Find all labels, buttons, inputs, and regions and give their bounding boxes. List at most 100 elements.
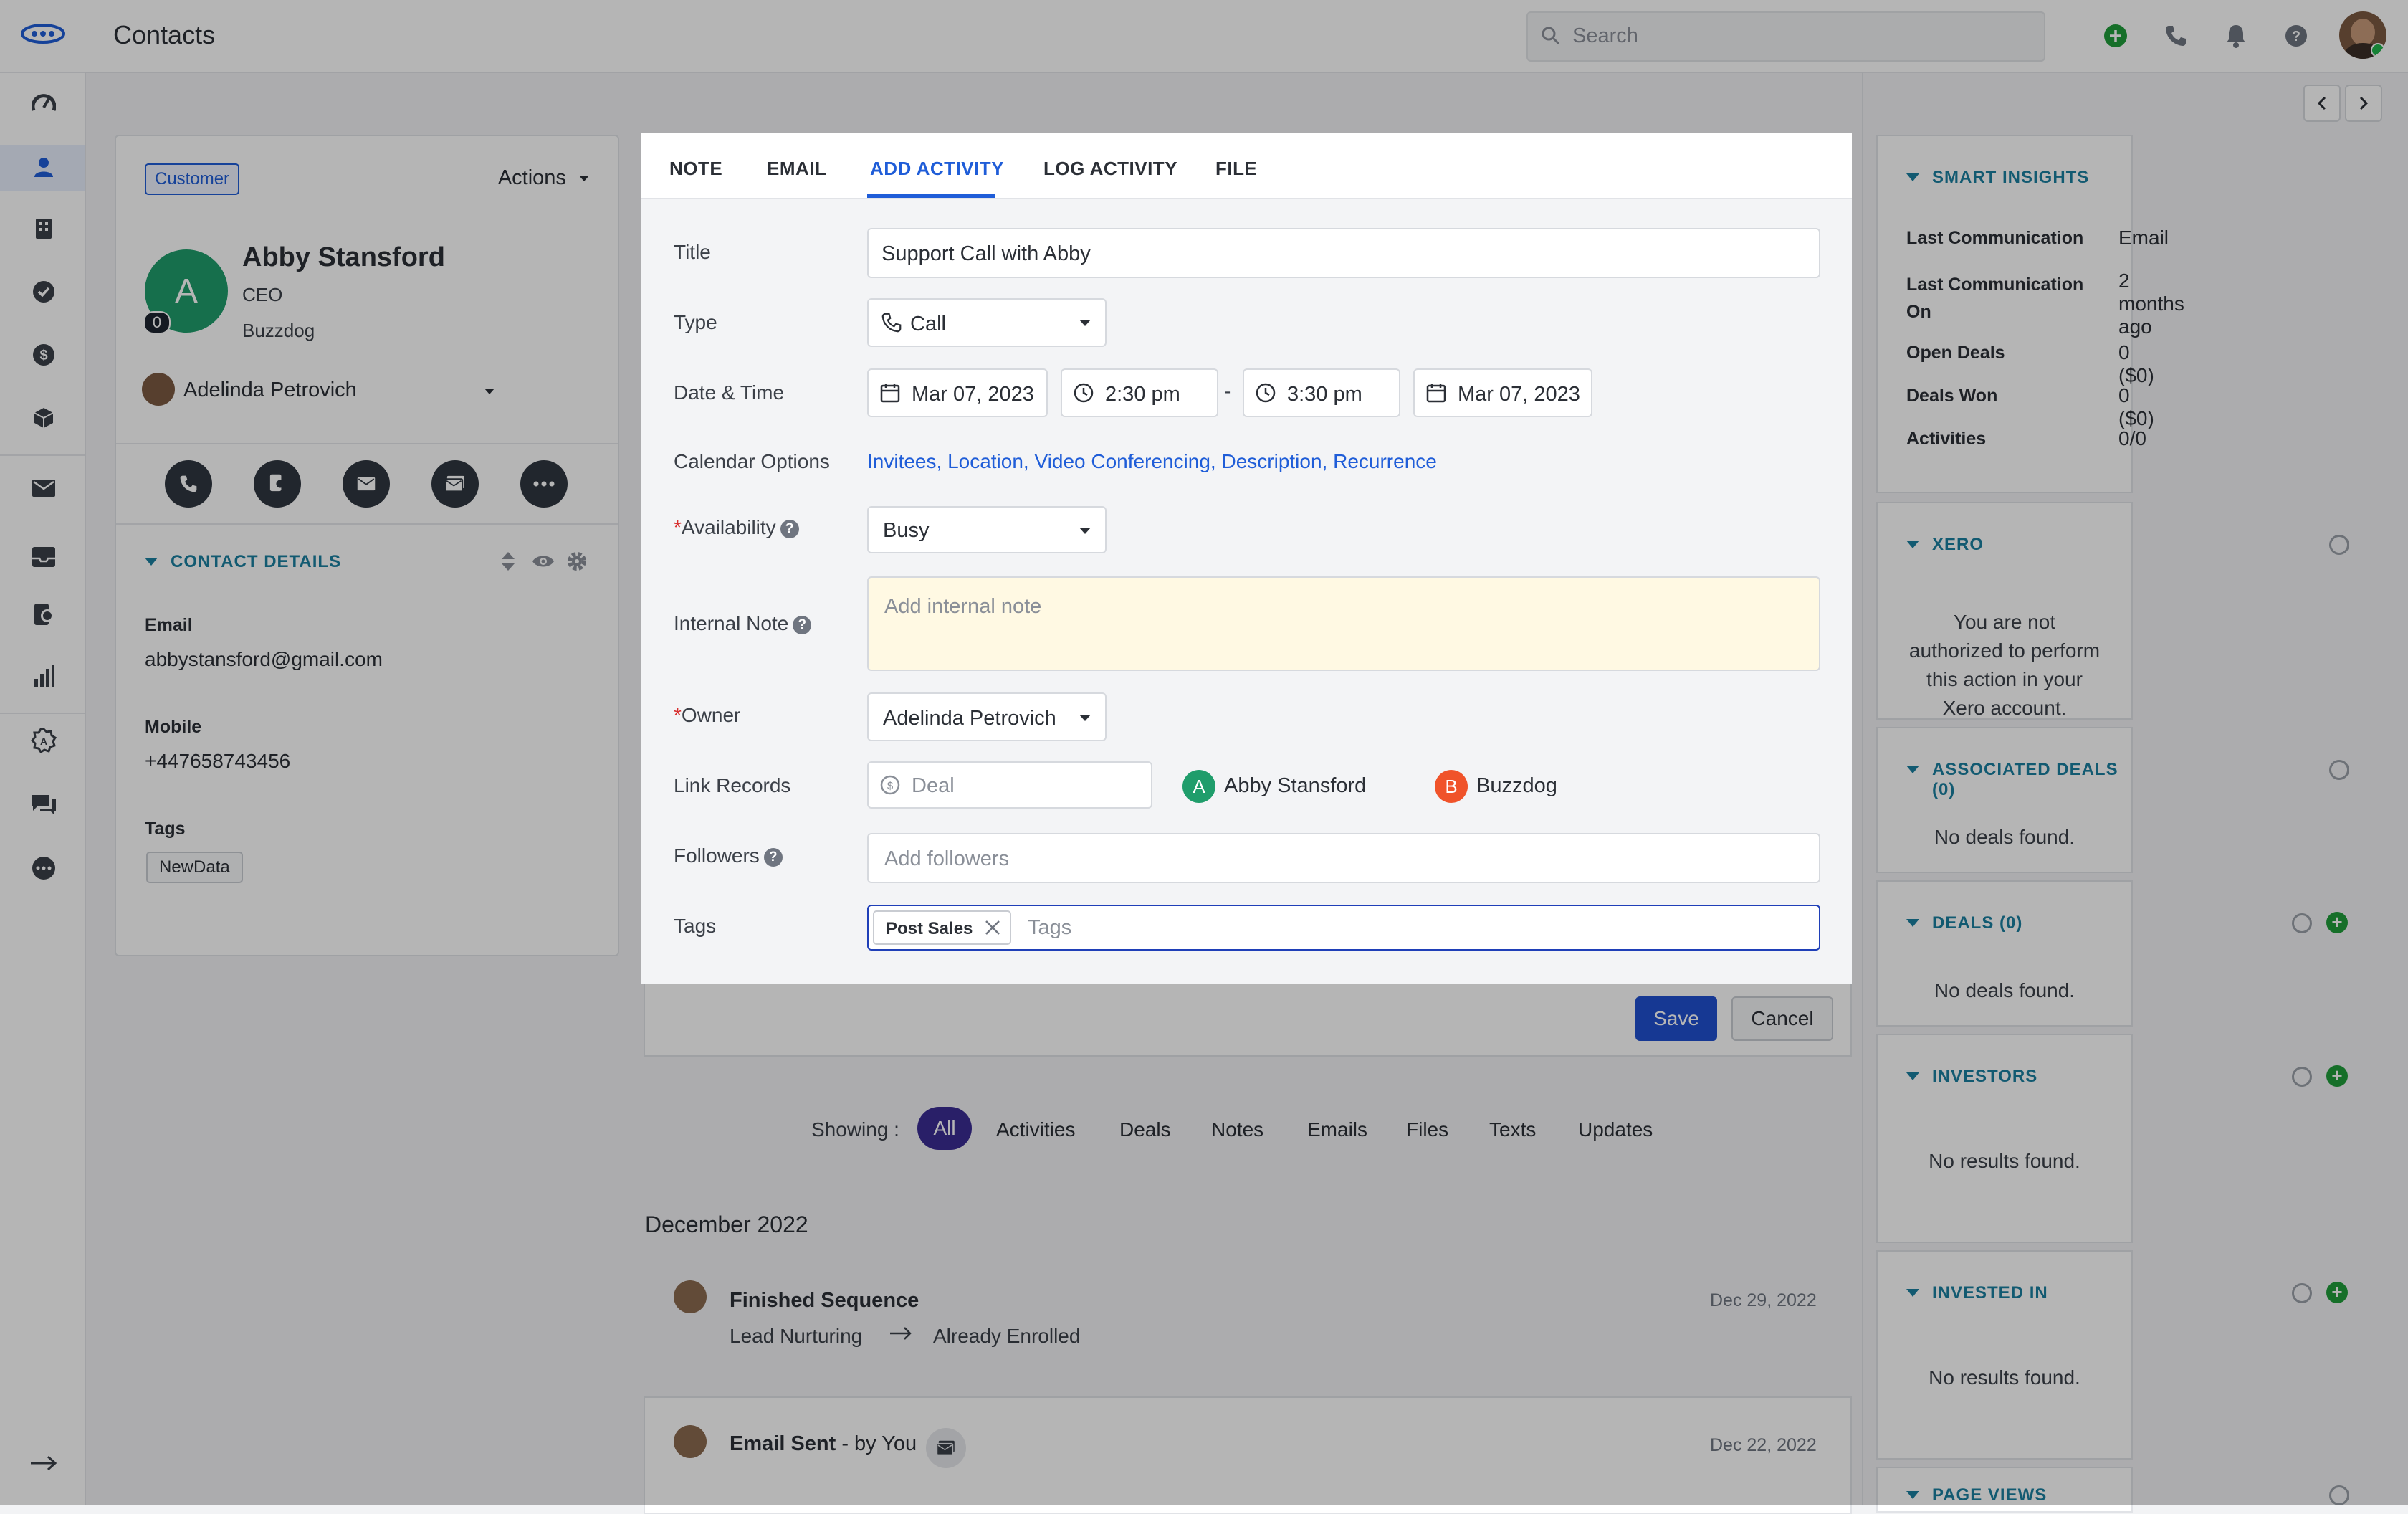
bell-icon[interactable] bbox=[2219, 19, 2253, 53]
smart-insights-title[interactable]: SMART INSIGHTS bbox=[1932, 168, 2089, 188]
deal-link-input[interactable]: $ Deal bbox=[867, 761, 1152, 809]
linked-company-name[interactable]: Buzzdog bbox=[1476, 774, 1557, 798]
filter-deals[interactable]: Deals bbox=[1119, 1118, 1171, 1141]
chat-icon[interactable] bbox=[27, 789, 60, 822]
automation-icon[interactable]: A bbox=[27, 724, 60, 757]
logo-icon[interactable] bbox=[19, 17, 67, 50]
owner-select[interactable]: Adelinda Petrovich bbox=[867, 692, 1107, 741]
collapse-triangle-icon[interactable] bbox=[1906, 766, 1919, 773]
tags-input[interactable]: Post Sales Tags bbox=[867, 905, 1820, 951]
dashboard-icon[interactable] bbox=[27, 86, 60, 119]
more-actions-button[interactable] bbox=[520, 460, 568, 508]
sync-icon[interactable] bbox=[2292, 913, 2312, 933]
deals-title[interactable]: DEALS (0) bbox=[1932, 913, 2022, 933]
availability-select[interactable]: Busy bbox=[867, 506, 1107, 553]
type-select[interactable]: Call bbox=[867, 298, 1107, 347]
sync-icon[interactable] bbox=[2292, 1067, 2312, 1087]
followers-input[interactable]: Add followers bbox=[867, 833, 1820, 883]
mobile-value[interactable]: +447658743456 bbox=[145, 750, 290, 773]
email-button[interactable] bbox=[343, 460, 390, 508]
eye-icon[interactable] bbox=[532, 553, 555, 573]
description-link[interactable]: Description, bbox=[1221, 450, 1327, 472]
invitees-link[interactable]: Invitees, bbox=[867, 450, 942, 472]
collapse-icon[interactable] bbox=[27, 1447, 60, 1480]
add-investor-icon[interactable]: + bbox=[2326, 1065, 2348, 1087]
gear-icon[interactable] bbox=[566, 551, 588, 576]
prev-record-button[interactable] bbox=[2303, 85, 2341, 122]
tab-log-activity[interactable]: LOG ACTIVITY bbox=[1043, 158, 1177, 180]
tab-add-activity[interactable]: ADD ACTIVITY bbox=[870, 158, 1004, 180]
start-time-input[interactable]: 2:30 pm bbox=[1061, 368, 1218, 417]
filter-notes[interactable]: Notes bbox=[1211, 1118, 1263, 1141]
sequences-icon[interactable] bbox=[27, 599, 60, 632]
phone-icon[interactable] bbox=[2159, 19, 2193, 53]
xero-title[interactable]: XERO bbox=[1932, 535, 1984, 555]
location-link[interactable]: Location, bbox=[947, 450, 1029, 472]
collapse-triangle-icon[interactable] bbox=[1906, 1491, 1919, 1499]
help-icon[interactable]: ? bbox=[793, 616, 812, 634]
sync-icon[interactable] bbox=[2292, 1283, 2312, 1303]
page-views-title[interactable]: PAGE VIEWS bbox=[1932, 1485, 2047, 1505]
help-icon[interactable]: ? bbox=[2279, 19, 2313, 53]
sequence-button[interactable] bbox=[254, 460, 301, 508]
search-input[interactable]: Search bbox=[1526, 11, 2045, 62]
tab-email[interactable]: EMAIL bbox=[767, 158, 826, 180]
filter-updates[interactable]: Updates bbox=[1578, 1118, 1653, 1141]
contact-company[interactable]: Buzzdog bbox=[242, 320, 315, 342]
video-conferencing-link[interactable]: Video Conferencing, bbox=[1034, 450, 1215, 472]
collapse-triangle-icon[interactable] bbox=[1906, 1289, 1919, 1297]
contact-details-title[interactable]: CONTACT DETAILS bbox=[171, 552, 341, 572]
next-record-button[interactable] bbox=[2345, 85, 2382, 122]
title-input[interactable]: Support Call with Abby bbox=[867, 228, 1820, 278]
start-date-input[interactable]: Mar 07, 2023 bbox=[867, 368, 1048, 417]
collapse-triangle-icon[interactable] bbox=[1906, 919, 1919, 927]
filter-activities[interactable]: Activities bbox=[996, 1118, 1075, 1141]
investors-title[interactable]: INVESTORS bbox=[1932, 1067, 2037, 1087]
associated-deals-title[interactable]: ASSOCIATED DEALS (0) bbox=[1932, 760, 2131, 800]
linked-contact-name[interactable]: Abby Stansford bbox=[1224, 774, 1366, 798]
collapse-triangle-icon[interactable] bbox=[1906, 1072, 1919, 1080]
cancel-button[interactable]: Cancel bbox=[1731, 996, 1833, 1041]
save-button[interactable]: Save bbox=[1635, 996, 1717, 1041]
actions-button[interactable]: Actions bbox=[498, 166, 589, 190]
end-time-input[interactable]: 3:30 pm bbox=[1243, 368, 1400, 417]
internal-note-input[interactable]: Add internal note bbox=[867, 576, 1820, 671]
user-avatar[interactable] bbox=[2339, 11, 2386, 59]
email-icon[interactable] bbox=[27, 472, 60, 505]
add-icon[interactable] bbox=[2098, 19, 2133, 53]
inbox-icon[interactable] bbox=[27, 541, 60, 573]
tag-chip: Post Sales bbox=[873, 910, 1012, 945]
bulk-email-button[interactable] bbox=[431, 460, 479, 508]
help-icon[interactable]: ? bbox=[780, 520, 799, 538]
call-button[interactable] bbox=[165, 460, 212, 508]
filter-emails[interactable]: Emails bbox=[1307, 1118, 1367, 1141]
close-icon[interactable] bbox=[984, 919, 1001, 940]
end-date-input[interactable]: Mar 07, 2023 bbox=[1413, 368, 1592, 417]
deals-icon[interactable]: $ bbox=[27, 338, 60, 371]
collapse-triangle-icon[interactable] bbox=[1906, 541, 1919, 548]
recurrence-link[interactable]: Recurrence bbox=[1333, 450, 1437, 472]
filter-texts[interactable]: Texts bbox=[1489, 1118, 1536, 1141]
sync-icon[interactable] bbox=[2329, 1485, 2349, 1505]
sync-icon[interactable] bbox=[2329, 535, 2349, 555]
products-icon[interactable] bbox=[27, 401, 60, 434]
help-icon[interactable]: ? bbox=[763, 848, 783, 867]
add-invested-in-icon[interactable]: + bbox=[2326, 1282, 2348, 1303]
tag-chip[interactable]: NewData bbox=[146, 852, 243, 883]
email-value[interactable]: abbystansford@gmail.com bbox=[145, 648, 383, 671]
tab-file[interactable]: FILE bbox=[1215, 158, 1257, 180]
invested-in-title[interactable]: INVESTED IN bbox=[1932, 1283, 2048, 1303]
add-deal-icon[interactable]: + bbox=[2326, 912, 2348, 933]
reports-icon[interactable] bbox=[27, 660, 60, 692]
collapse-triangle-icon[interactable] bbox=[145, 558, 158, 566]
sync-icon[interactable] bbox=[2329, 760, 2349, 780]
tasks-icon[interactable] bbox=[27, 275, 60, 308]
companies-icon[interactable] bbox=[27, 212, 60, 245]
contacts-icon[interactable] bbox=[27, 151, 60, 184]
tab-note[interactable]: NOTE bbox=[669, 158, 722, 180]
filter-files[interactable]: Files bbox=[1406, 1118, 1448, 1141]
more-icon[interactable] bbox=[27, 852, 60, 885]
collapse-triangle-icon[interactable] bbox=[1906, 173, 1919, 181]
filter-all[interactable]: All bbox=[917, 1107, 972, 1150]
sort-icon[interactable] bbox=[500, 551, 516, 576]
